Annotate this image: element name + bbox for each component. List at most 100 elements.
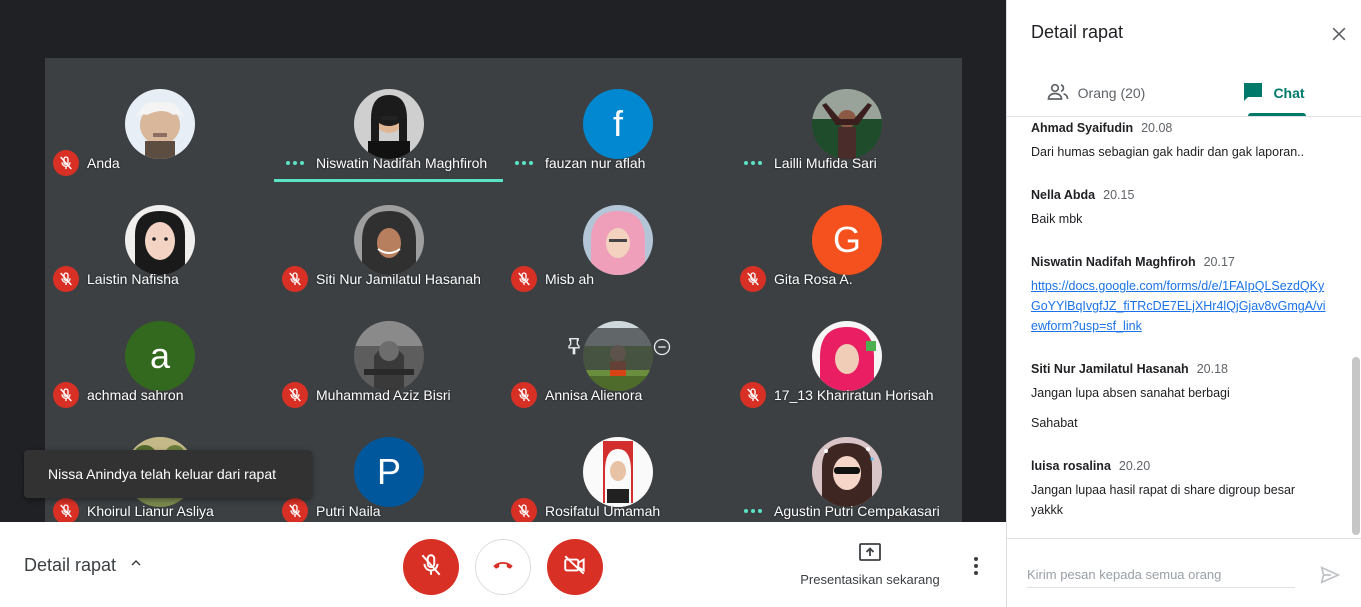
mic-off-icon [740,382,766,408]
mic-off-icon [53,150,79,176]
mic-off-icon [418,552,444,583]
message-time: 20.18 [1196,362,1228,376]
participant-avatar [812,321,882,391]
avatar-letter: G [832,219,861,260]
participant-tile[interactable]: Siti Nur Jamilatul Hasanah [274,182,503,298]
message-sender: luisa rosalina [1031,459,1111,473]
speaking-indicator-icon [740,150,766,176]
participant-name: Muhammad Aziz Bisri [316,387,451,403]
participant-name: fauzan nur aflah [545,155,646,171]
message-text: Jangan lupaa hasil rapat di share digrou… [1031,483,1296,497]
avatar-letter: P [376,451,401,492]
participant-avatar [583,437,653,507]
participant-name: Siti Nur Jamilatul Hasanah [316,271,481,287]
present-now-button[interactable]: Presentasikan sekarang [796,542,944,587]
participant-avatar: G [812,205,882,275]
panel-title: Detail rapat [1031,22,1124,42]
participant-left-toast: Nissa Anindya telah keluar dari rapat [24,450,312,498]
remove-icon[interactable] [652,337,672,362]
tab-chat[interactable]: Chat [1184,70,1361,116]
meeting-details-button[interactable]: Detail rapat [24,552,144,578]
participant-tile[interactable]: f fauzan nur aflah [503,66,732,182]
tab-people-label: Orang (20) [1077,85,1146,101]
participant-namebar: Muhammad Aziz Bisri [282,382,451,408]
send-message-button[interactable] [1319,564,1341,586]
participant-tile[interactable]: Muhammad Aziz Bisri [274,298,503,414]
message-text: Dari humas sebagian gak hadir dan gak la… [1031,145,1305,159]
chat-scrollbar[interactable] [1352,357,1360,535]
participant-tile[interactable]: a achmad sahron [45,298,274,414]
participant-namebar: achmad sahron [53,382,184,408]
participant-avatar [125,89,195,159]
chat-icon [1241,80,1265,107]
tab-people[interactable]: Orang (20) [1007,70,1184,116]
participant-avatar [354,89,424,159]
message-link[interactable]: https://docs.google.com/forms/d/e/1FAIpQ… [1031,276,1331,336]
chat-message-list[interactable]: Ahmad Syaifudin 20.08 Dari humas sebagian… [1007,117,1361,538]
camera-toggle-button[interactable] [547,539,603,595]
message-text: Jangan lupa absen sanahat berbagi [1031,386,1230,400]
chat-message: Nella Abda 20.15 Baik mbk [1031,188,1331,229]
participant-name: achmad sahron [87,387,184,403]
chat-message: Ahmad Syaifudin 20.08 Dari humas sebagian… [1031,121,1331,162]
message-text: Sahabat [1031,416,1078,430]
message-text [1031,403,1331,413]
mic-off-icon [53,266,79,292]
call-controls-bar: Detail rapat Presentasikan sekarang [0,522,1006,607]
close-panel-button[interactable] [1329,24,1349,44]
participant-namebar: Annisa Alienora [511,382,642,408]
hang-up-icon [490,552,516,583]
participant-tile[interactable]: Anda [45,66,274,182]
mic-off-icon [511,382,537,408]
participant-namebar: Putri Naila [282,498,381,522]
send-icon [1319,566,1341,590]
mic-off-icon [740,266,766,292]
mic-off-icon [511,266,537,292]
divider [1007,538,1361,539]
participant-avatar: P [354,437,424,507]
mic-off-icon [282,382,308,408]
participant-namebar: Rosifatul Umamah [511,498,660,522]
participant-tile[interactable]: Laistin Nafisha [45,182,274,298]
participant-name: Putri Naila [316,503,381,519]
mic-off-icon [282,498,308,522]
microphone-toggle-button[interactable] [403,539,459,595]
message-time: 20.17 [1203,255,1235,269]
participant-tile[interactable]: Rosifatul Umamah [503,414,732,522]
participant-name: Anda [87,155,120,171]
tile-hover-controls [552,328,684,370]
participant-tile[interactable]: Agustin Putri Cempakasari [732,414,961,522]
participant-avatar [583,205,653,275]
participant-avatar [354,321,424,391]
participant-name: Agustin Putri Cempakasari [774,503,940,519]
meet-window: Anda Niswatin Nadifah Maghfiroh f fauzan nu… [0,0,1361,607]
participant-namebar: Agustin Putri Cempakasari [740,498,940,522]
participant-tile[interactable]: Niswatin Nadifah Maghfiroh [274,66,503,182]
mic-off-icon [53,382,79,408]
participant-tile[interactable]: 17_13 Khariratun Horisah [732,298,961,414]
pin-icon[interactable] [564,337,584,362]
camera-off-icon [562,552,588,583]
people-icon [1046,80,1070,107]
present-screen-icon [796,542,944,564]
participant-avatar [354,205,424,275]
participant-name: Misb ah [545,271,595,287]
message-time: 20.08 [1141,121,1173,135]
participant-tile[interactable]: Lailli Mufida Sari [732,66,961,182]
mic-off-icon [511,498,537,522]
avatar-letter: a [149,335,171,376]
participant-tile[interactable]: G Gita Rosa A. [732,182,961,298]
leave-call-button[interactable] [475,539,531,595]
more-options-button[interactable] [964,554,988,578]
tab-chat-label: Chat [1273,85,1305,101]
close-icon [1329,27,1349,48]
participant-name: Annisa Alienora [545,387,643,403]
participant-tile[interactable]: Misb ah [503,182,732,298]
participant-namebar: 17_13 Khariratun Horisah [740,382,934,408]
chat-message: luisa rosalina 20.20 Jangan lupaa hasil r… [1031,459,1331,520]
participant-namebar: Anda [53,150,120,176]
chat-message-input[interactable] [1027,562,1295,588]
participant-namebar: Khoirul Lianur Asliya [53,498,214,522]
participant-avatar [812,89,882,159]
participant-name: Laistin Nafisha [87,271,179,287]
